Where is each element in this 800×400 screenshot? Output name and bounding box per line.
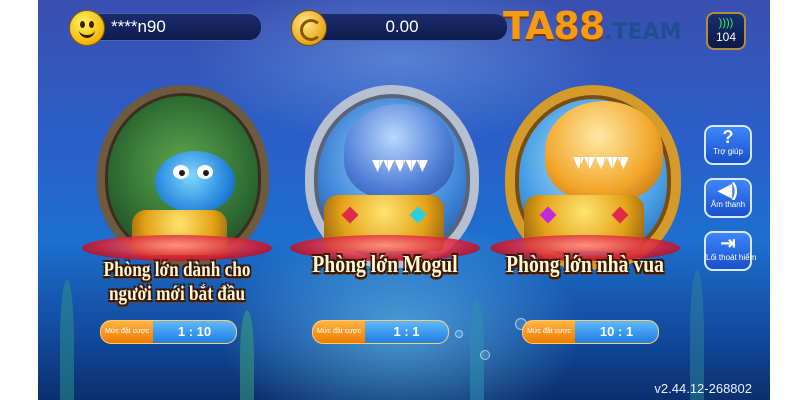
help-label: Trợ giúp (713, 147, 743, 156)
room-name: Phòng lớn Mogul (291, 253, 480, 278)
help-button[interactable]: ? Trợ giúp (704, 125, 752, 165)
bet-rate-badge: Mức đặt cược 10 : 1 (522, 320, 659, 344)
sound-label: Âm thanh (710, 200, 746, 209)
sound-button[interactable]: ◀) Âm thanh (704, 178, 752, 218)
brand-logo: TA88.TEAM (503, 4, 682, 48)
bet-rate-value: 10 : 1 (575, 321, 658, 343)
bet-rate-value: 1 : 10 (153, 321, 236, 343)
bet-rate-label: Mức đặt cược (313, 321, 365, 343)
room-card-king[interactable]: Phòng lớn nhà vua Mức đặt cược 10 : 1 (490, 85, 681, 350)
room-name-line1: Phòng lớn Mogul (312, 252, 458, 278)
game-lobby: ****n90 0.00 TA88.TEAM )))) 104 ? Trợ gi… (0, 0, 800, 400)
bubble-decoration (480, 350, 490, 360)
room-name-line2: người mới bắt đầu (108, 281, 246, 305)
player-info: ****n90 (69, 10, 262, 46)
bet-rate-label: Mức đặt cược (523, 321, 575, 343)
bet-rate-badge: Mức đặt cược 1 : 1 (312, 320, 449, 344)
question-mark-icon: ? (722, 127, 734, 147)
logo-brand: TA88 (503, 4, 605, 48)
logo-suffix: .TEAM (604, 20, 682, 45)
golden-shark-mascot (545, 101, 663, 201)
exit-label: Lối thoát hiểm (706, 253, 757, 262)
version-label: v2.44.12-268802 (654, 381, 752, 396)
username: ****n90 (111, 17, 166, 36)
wifi-signal-icon: )))) (718, 17, 734, 29)
right-margin (770, 0, 800, 400)
balance-display: 0.00 (291, 10, 508, 46)
room-card-mogul[interactable]: Phòng lớn Mogul Mức đặt cược 1 : 1 (290, 85, 480, 350)
room-name-line1: Phòng lớn nhà vua (505, 252, 665, 278)
room-name: Phòng lớn nhà vua (491, 253, 680, 278)
balance-value: 0.00 (385, 17, 419, 36)
seaweed-decoration (60, 280, 74, 400)
bet-rate-label: Mức đặt cược (101, 321, 153, 343)
room-name-line1: Phòng lớn dành cho (103, 257, 251, 281)
bet-rate-value: 1 : 1 (365, 321, 448, 343)
room-name: Phòng lớn dành cho người mới bắt đầu (83, 257, 272, 305)
room-card-beginner[interactable]: Phòng lớn dành cho người mới bắt đầu Mức… (82, 85, 272, 350)
smiley-face-icon (69, 10, 105, 46)
exit-arrow-icon: ⇥ (720, 233, 736, 253)
network-status: )))) 104 (706, 12, 746, 50)
blue-shark-mascot (344, 104, 454, 199)
left-margin (0, 0, 38, 400)
bet-rate-badge: Mức đặt cược 1 : 10 (100, 320, 237, 344)
speaker-icon: ◀) (718, 180, 738, 200)
exit-button[interactable]: ⇥ Lối thoát hiểm (704, 231, 757, 271)
ping-value: 104 (715, 30, 737, 44)
pufferfish-mascot (155, 151, 235, 213)
